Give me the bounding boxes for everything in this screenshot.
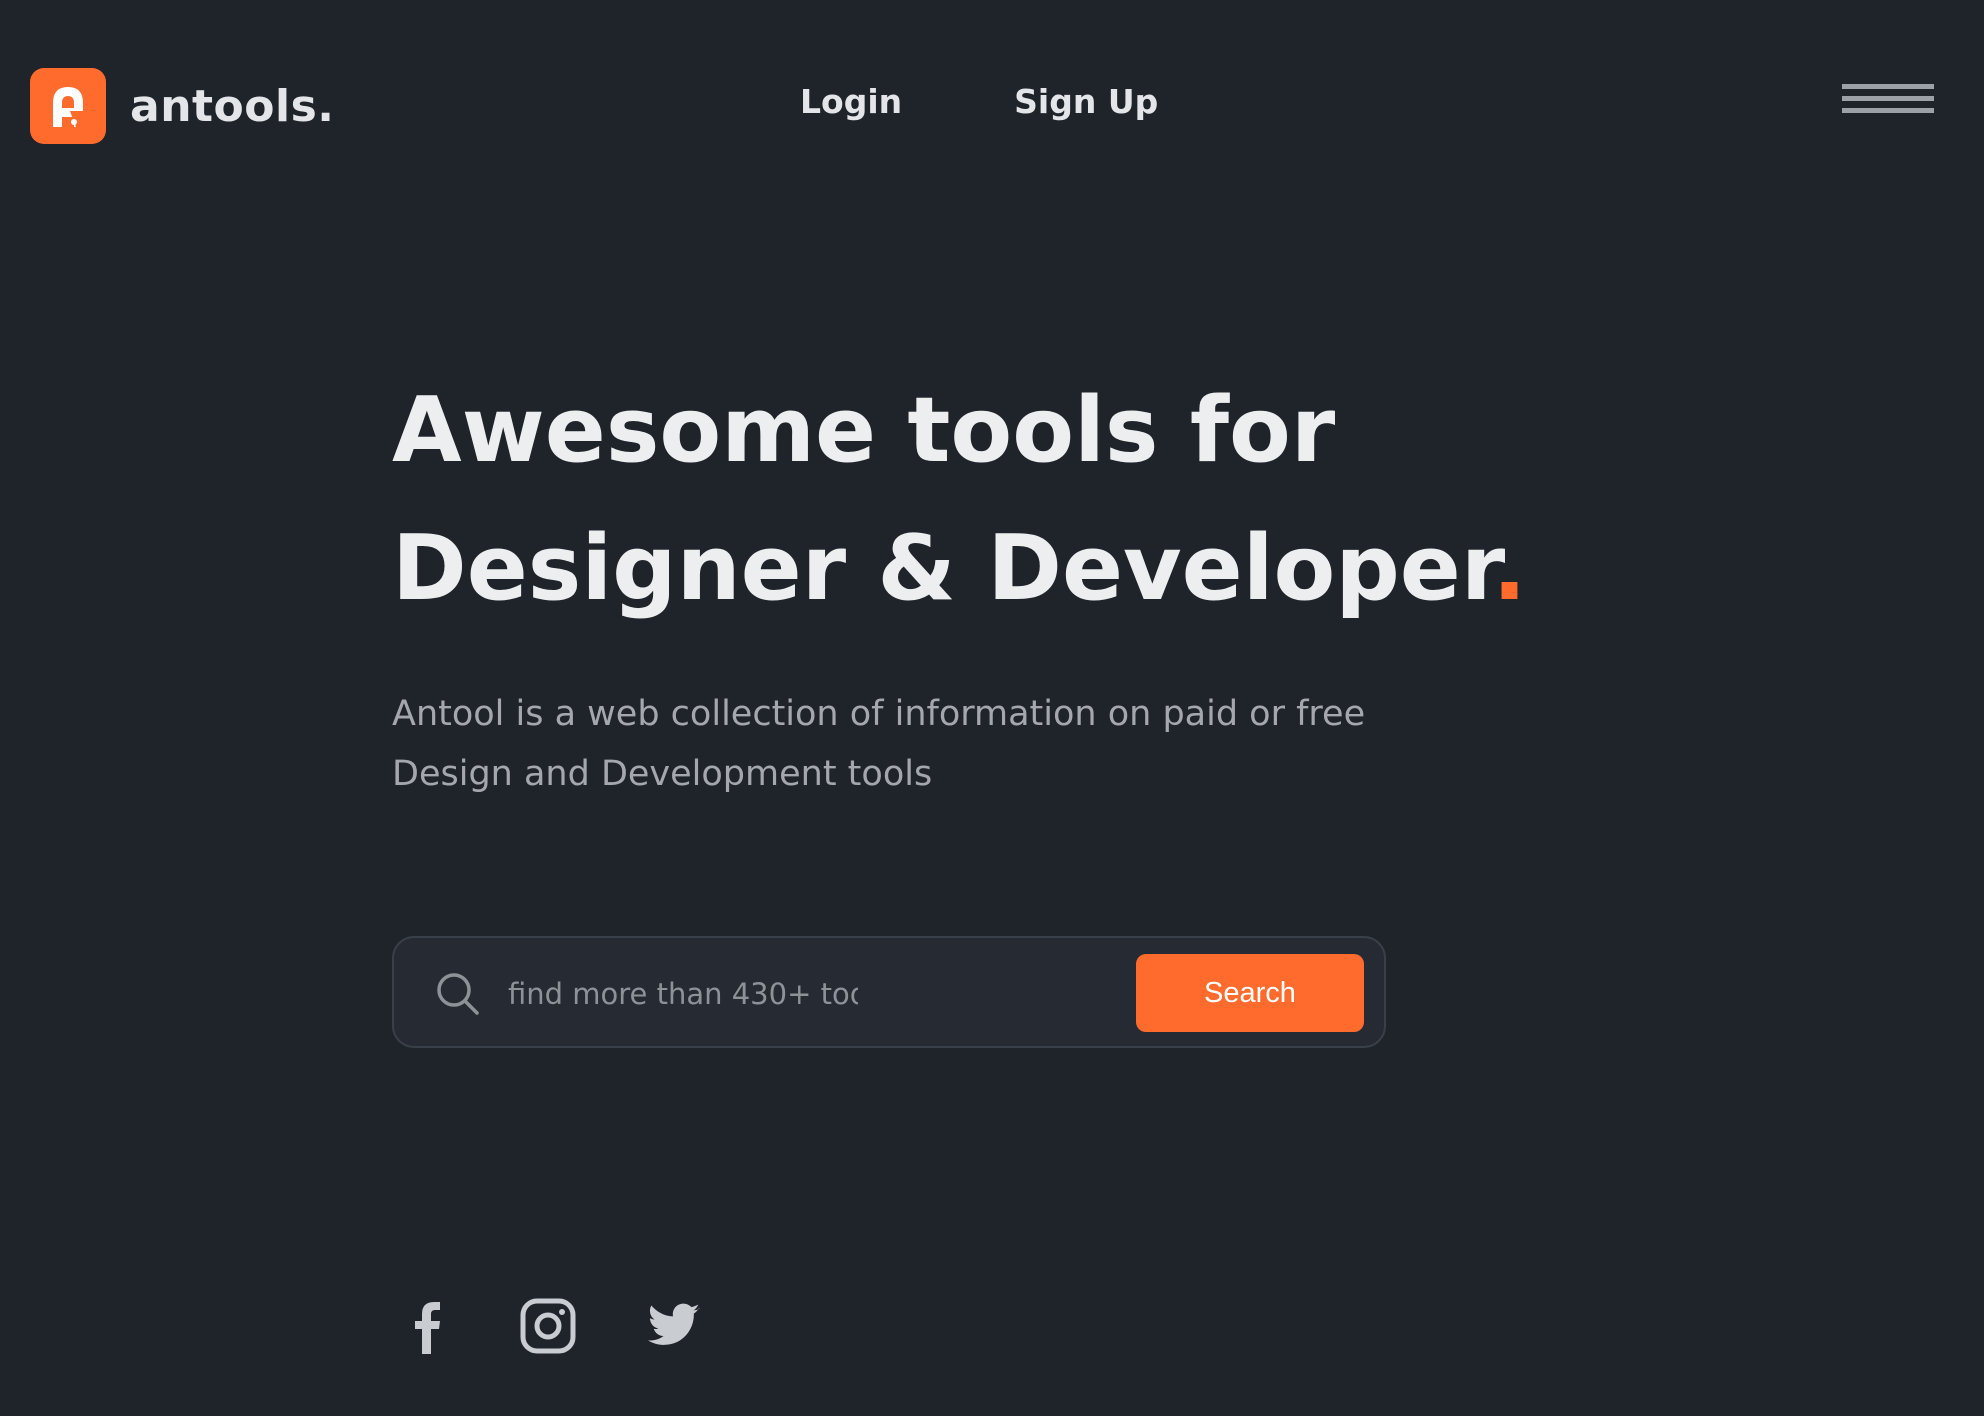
hero-section: Awesome tools for Designer & Developer. … [392, 362, 1592, 804]
brand-name: antools. [130, 80, 335, 132]
social-links [392, 1296, 704, 1356]
instagram-icon[interactable] [518, 1296, 578, 1356]
menu-bar [1842, 84, 1934, 89]
search-bar: Search [392, 936, 1386, 1048]
hero-description: Antool is a web collection of informatio… [392, 694, 1366, 794]
menu-bar [1842, 108, 1934, 113]
login-link[interactable]: Login [800, 82, 902, 121]
hamburger-menu-icon[interactable] [1842, 84, 1934, 128]
signup-link[interactable]: Sign Up [1014, 82, 1158, 121]
hero-title-line-2: Designer & Developer [392, 516, 1493, 621]
hero-title: Awesome tools for Designer & Developer. [392, 362, 1592, 638]
logo-link[interactable]: antools. [30, 68, 335, 144]
twitter-icon[interactable] [644, 1298, 704, 1354]
search-input[interactable] [506, 968, 860, 1020]
search-icon [437, 973, 479, 1015]
top-nav: Login Sign Up [800, 82, 1158, 121]
facebook-icon[interactable] [392, 1296, 462, 1356]
site-header: antools. Login Sign Up [0, 0, 1984, 212]
hero-title-line-1: Awesome tools for [392, 378, 1336, 483]
menu-bar [1842, 96, 1934, 101]
search-button[interactable]: Search [1136, 954, 1364, 1032]
hero-title-accent-dot: . [1492, 516, 1527, 621]
antools-logo-icon [30, 68, 106, 144]
logo-glyph [53, 87, 83, 127]
